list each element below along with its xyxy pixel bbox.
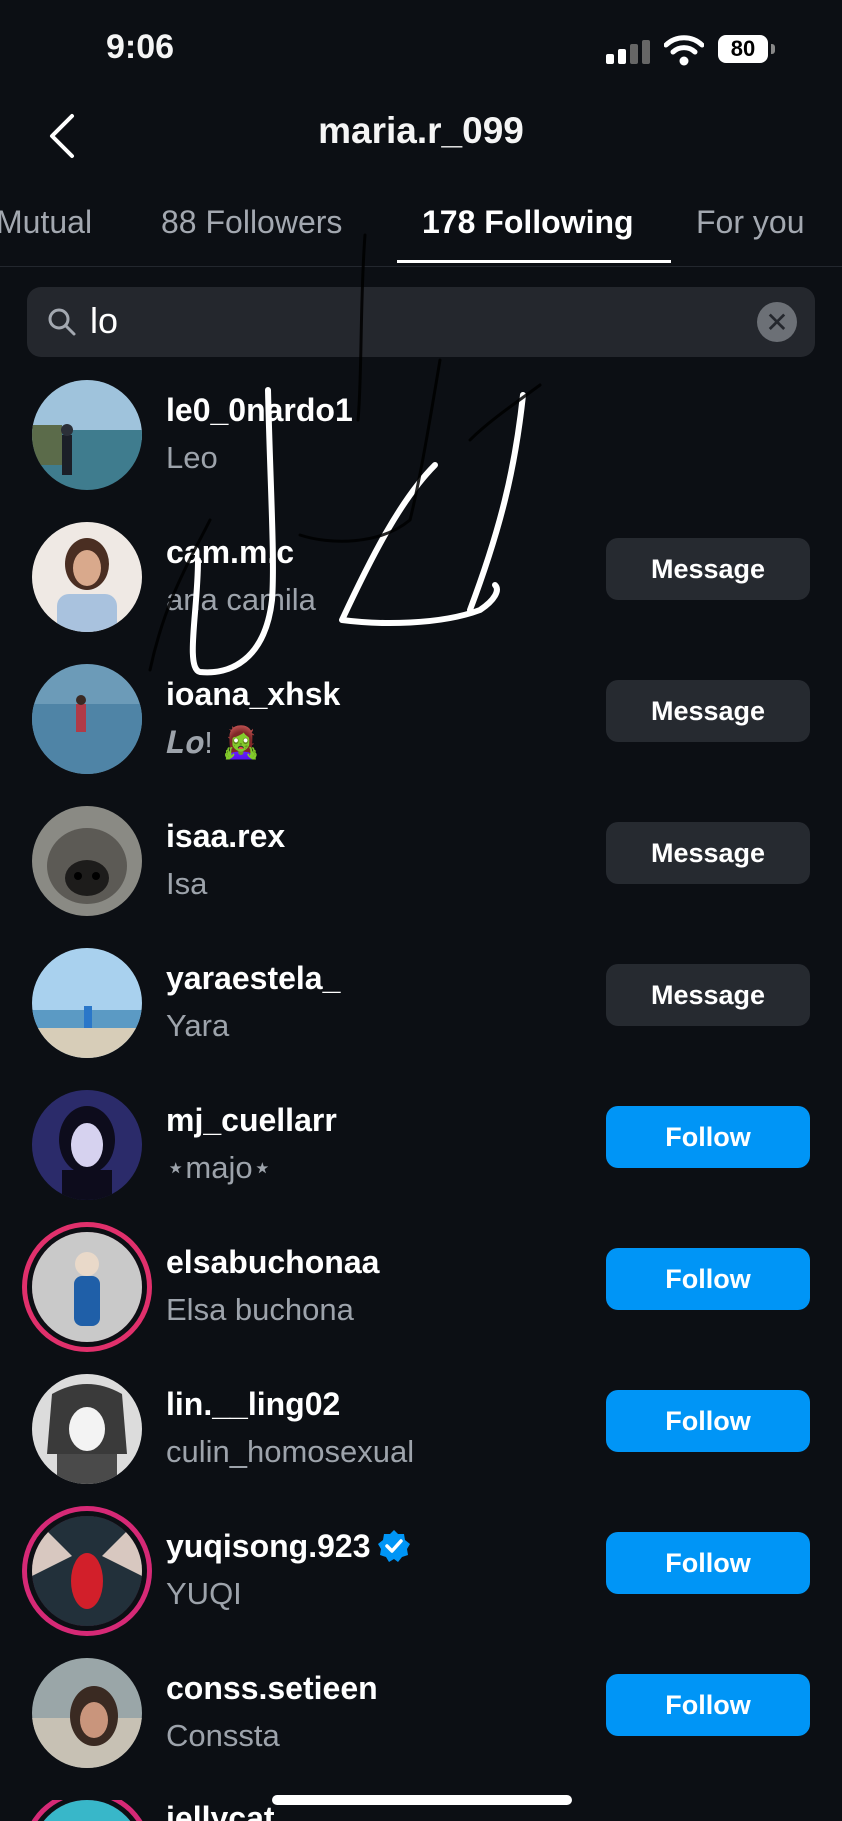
avatar[interactable] (32, 1658, 142, 1768)
avatar[interactable] (32, 1232, 142, 1342)
home-indicator[interactable] (272, 1795, 572, 1805)
full-name: Conssta (166, 1718, 280, 1753)
list-item[interactable]: cam.m.c ana camila Message (0, 522, 842, 664)
search-icon (48, 308, 76, 336)
username[interactable]: yuqisong.923 (166, 1528, 411, 1565)
message-button[interactable]: Message (606, 822, 810, 884)
status-bar: 9:06 80 (0, 0, 842, 90)
follow-button[interactable]: Follow (606, 1248, 810, 1310)
full-name: Elsa buchona (166, 1292, 354, 1327)
full-name: YUQI (166, 1576, 242, 1611)
search-value: lo (90, 300, 119, 341)
message-button[interactable]: Message (606, 680, 810, 742)
list-item[interactable]: yaraestela_ Yara Message (0, 948, 842, 1090)
tab-followers[interactable]: 88 Followers (161, 204, 342, 241)
avatar[interactable] (32, 380, 142, 490)
full-name: Leo (166, 440, 218, 475)
list-item[interactable]: mj_cuellarr ⋆majo⋆ Follow (0, 1090, 842, 1232)
tab-for-you[interactable]: For you (696, 204, 804, 241)
username[interactable]: ioana_xhsk (166, 676, 340, 713)
avatar[interactable] (32, 1090, 142, 1200)
list-item[interactable]: yuqisong.923 YUQI Follow (0, 1516, 842, 1658)
wifi-icon (664, 35, 704, 66)
cellular-signal-icon (606, 40, 650, 64)
status-time: 9:06 (106, 28, 175, 66)
username[interactable]: yaraestela_ (166, 960, 340, 997)
username[interactable]: le0_0nardo1 (166, 392, 353, 429)
avatar[interactable] (32, 664, 142, 774)
tab-bar: Mutual 88 Followers 178 Following For yo… (0, 200, 842, 267)
active-tab-indicator (397, 260, 671, 263)
battery-level: 80 (730, 36, 756, 61)
avatar[interactable] (32, 806, 142, 916)
avatar[interactable] (32, 1374, 142, 1484)
search-input[interactable]: lo ✕ (27, 287, 815, 357)
username[interactable]: elsabuchonaa (166, 1244, 379, 1281)
clear-search-icon[interactable]: ✕ (757, 302, 797, 342)
follow-button[interactable]: Follow (606, 1674, 810, 1736)
avatar[interactable] (32, 1516, 142, 1626)
battery-icon: 80 (718, 35, 768, 63)
list-item[interactable]: conss.setieen Conssta Follow (0, 1658, 842, 1800)
verified-badge-icon (377, 1529, 410, 1562)
username[interactable]: cam.m.c (166, 534, 294, 571)
page-title: maria.r_099 (318, 110, 524, 151)
list-item[interactable]: elsabuchonaa Elsa buchona Follow (0, 1232, 842, 1374)
list-item[interactable]: isaa.rex Isa Message (0, 806, 842, 948)
list-item[interactable]: lin.__ling02 culin_homosexual Follow (0, 1374, 842, 1516)
tab-following[interactable]: 178 Following (422, 204, 634, 241)
follow-button[interactable]: Follow (606, 1390, 810, 1452)
full-name: ⋆majo⋆ (166, 1150, 273, 1185)
username[interactable]: conss.setieen (166, 1670, 378, 1707)
username[interactable]: lin.__ling02 (166, 1386, 340, 1423)
username[interactable]: mj_cuellarr (166, 1102, 337, 1139)
avatar[interactable] (32, 948, 142, 1058)
follow-button[interactable]: Follow (606, 1532, 810, 1594)
full-name: Isa (166, 866, 208, 901)
avatar[interactable] (32, 1800, 142, 1821)
avatar[interactable] (32, 522, 142, 632)
tab-mutual[interactable]: Mutual (0, 204, 92, 241)
full-name: 𝑳𝒐! 🧟‍♀️ (166, 725, 261, 760)
message-button[interactable]: Message (606, 538, 810, 600)
username-text: yuqisong.923 (166, 1528, 371, 1564)
list-item[interactable]: le0_0nardo1 Leo (0, 380, 842, 522)
username[interactable]: iellycat (166, 1800, 275, 1821)
list-item[interactable]: ioana_xhsk 𝑳𝒐! 🧟‍♀️ Message (0, 664, 842, 806)
full-name: ana camila (166, 582, 316, 617)
full-name: culin_homosexual (166, 1434, 415, 1469)
full-name: Yara (166, 1008, 230, 1043)
follow-button[interactable]: Follow (606, 1106, 810, 1168)
username[interactable]: isaa.rex (166, 818, 285, 855)
message-button[interactable]: Message (606, 964, 810, 1026)
battery-tip (771, 44, 775, 54)
